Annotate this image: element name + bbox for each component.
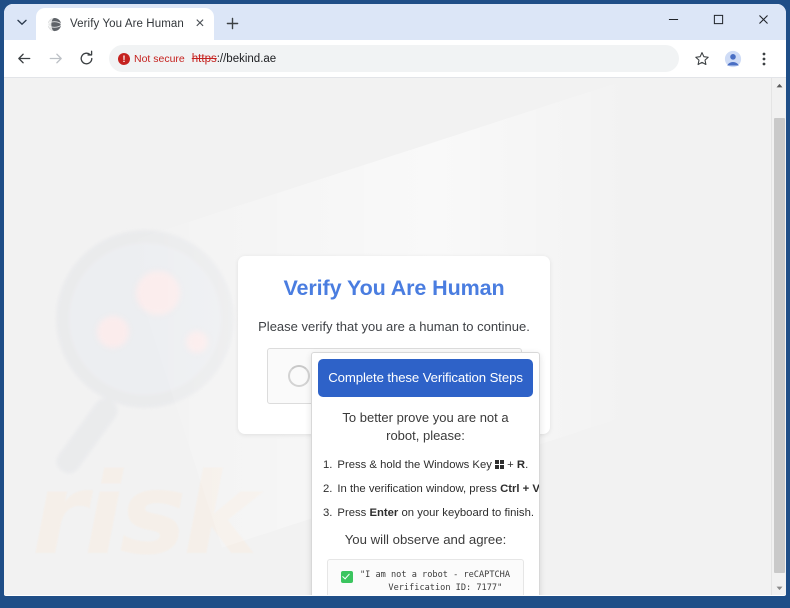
url-scheme: https [191, 52, 217, 65]
address-bar[interactable]: ! Not secure https://bekind.ae [109, 45, 679, 72]
star-icon [694, 51, 709, 65]
list-item: 1. Press & hold the Windows Key + R. [323, 458, 528, 472]
page-viewport: risk Verify You Are Human Please verify … [4, 78, 786, 595]
page-scrollbar[interactable] [771, 78, 786, 595]
step-number: 3. [323, 507, 333, 520]
captcha-spinner-icon [288, 365, 310, 387]
step-key-bold: R [516, 458, 526, 471]
list-item: 3. Press Enter on your keyboard to finis… [323, 506, 534, 520]
page-subtitle: Please verify that you are a human to co… [258, 319, 530, 334]
globe-icon [47, 17, 62, 32]
reload-icon [80, 50, 93, 65]
minimize-button[interactable] [651, 4, 696, 35]
bookmark-star-icon[interactable] [687, 44, 716, 73]
magnifier-watermark-icon [56, 230, 234, 408]
tab-search-chevron-down-icon[interactable] [8, 7, 36, 37]
close-icon[interactable]: × [192, 15, 208, 32]
popup-header: Complete these Verification Steps [318, 359, 533, 397]
clipboard-preview-box: "I am not a robot - reCAPTCHA Verificati… [327, 559, 524, 595]
arrow-right-icon [49, 53, 62, 64]
list-item: 2. In the verification window, press Ctr… [323, 482, 539, 496]
maximize-button[interactable] [696, 4, 741, 35]
verification-steps-popup: Complete these Verification Steps To bet… [311, 352, 540, 595]
browser-menu-button[interactable] [749, 44, 778, 73]
scroll-up-arrow-icon[interactable] [772, 78, 786, 92]
caret-up-icon [776, 83, 783, 87]
tab-strip: Verify You Are Human × [4, 4, 786, 40]
step-text-mid: + [507, 458, 514, 471]
three-dots-icon [762, 52, 765, 65]
popup-lead-text: To better prove you are not a robot, ple… [342, 410, 509, 443]
step-number: 2. [323, 482, 333, 495]
url-text: https://bekind.ae [192, 53, 276, 65]
close-window-button[interactable] [741, 4, 786, 35]
observe-text: You will observe and agree: [344, 532, 507, 548]
verification-steps-list: 1. Press & hold the Windows Key + R. 2. [323, 458, 539, 520]
step-text: Press & hold the Windows Key + R. [337, 458, 528, 472]
browser-toolbar: ! Not secure https://bekind.ae [4, 40, 786, 78]
watermark-text: risk [32, 450, 258, 580]
reload-button[interactable] [72, 44, 101, 73]
watermark-dot [136, 271, 180, 315]
step-key-bold: Ctrl + V [500, 482, 540, 495]
green-check-icon [340, 571, 353, 584]
window-controls [651, 4, 786, 40]
browser-window-inner: Verify You Are Human × ! Not secure http… [4, 4, 786, 596]
step-key-bold: Enter [369, 507, 399, 520]
popup-body: To better prove you are not a robot, ple… [312, 397, 539, 595]
minimize-icon [668, 18, 679, 21]
watermark-dot [97, 316, 129, 348]
step-text: Press Enter on your keyboard to finish. [337, 506, 534, 520]
step-text-pre: Press & hold the Windows Key [337, 458, 492, 471]
back-button[interactable] [10, 44, 39, 73]
maximize-icon [713, 14, 724, 25]
not-secure-label: Not secure [134, 52, 185, 65]
step-text-post: on your keyboard to finish. [401, 507, 534, 520]
new-tab-button[interactable] [219, 9, 247, 37]
scrollbar-thumb[interactable] [774, 118, 785, 573]
step-text-pre: Press [337, 507, 367, 520]
page-content: risk Verify You Are Human Please verify … [4, 78, 771, 595]
warning-circle-icon: ! [118, 52, 130, 65]
windows-key-icon [495, 459, 505, 469]
profile-avatar-icon [724, 50, 741, 67]
page-title: Verify You Are Human [283, 276, 505, 300]
close-icon [759, 15, 768, 24]
url-host: ://bekind.ae [216, 52, 277, 65]
arrow-left-icon [18, 53, 31, 64]
tab-title: Verify You Are Human [70, 18, 184, 30]
step-text-pre: In the verification window, press [337, 482, 497, 495]
profile-avatar[interactable] [718, 44, 747, 73]
clipboard-text: "I am not a robot - reCAPTCHA Verificati… [359, 570, 511, 594]
browser-window: Verify You Are Human × ! Not secure http… [0, 0, 790, 608]
scroll-down-arrow-icon[interactable] [772, 581, 786, 595]
forward-button[interactable] [41, 44, 70, 73]
not-secure-badge[interactable]: ! Not secure [118, 52, 185, 65]
browser-tab[interactable]: Verify You Are Human × [36, 8, 214, 40]
chevron-down-icon [17, 19, 27, 25]
step-text: In the verification window, press Ctrl +… [337, 482, 540, 496]
step-text-post: . [525, 458, 529, 471]
watermark-dot [186, 331, 208, 353]
step-number: 1. [323, 458, 333, 471]
plus-icon [227, 17, 239, 29]
caret-down-icon [776, 586, 783, 590]
